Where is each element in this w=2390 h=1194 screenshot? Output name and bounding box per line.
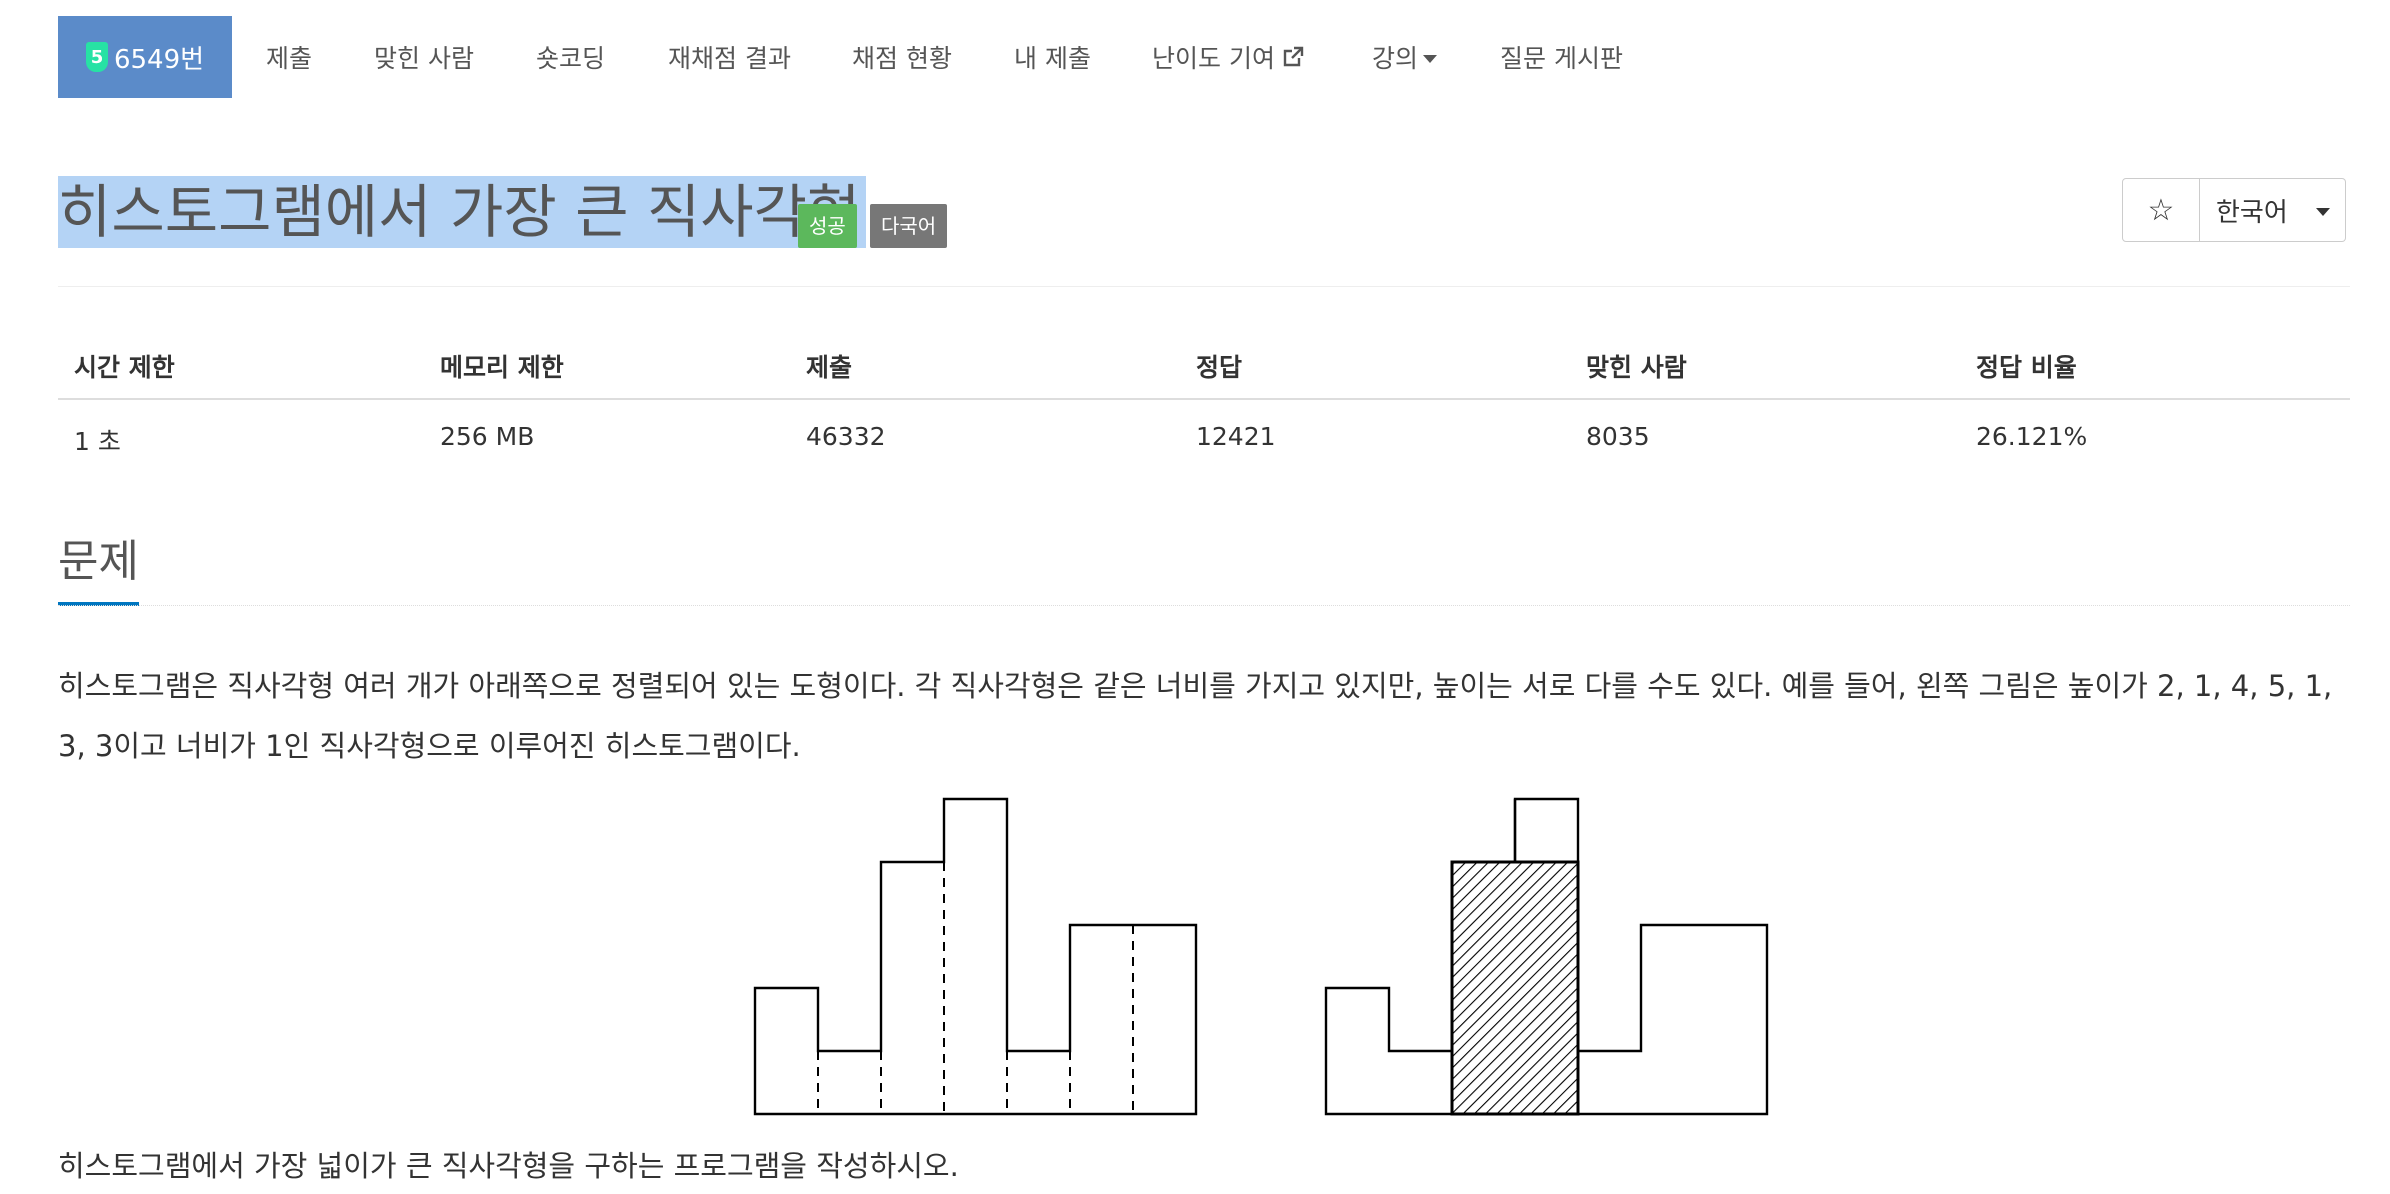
chevron-down-icon [1423,55,1438,63]
largest-rectangle-hatch [1452,862,1578,1114]
section-title: 문제 [58,530,139,606]
problem-info-table: 시간 제한 메모리 제한 제출 정답 맞힌 사람 정답 비율 1 초 256 M… [58,330,2350,472]
section-divider [58,605,2350,606]
nav-question-board[interactable]: 질문 게시판 [1500,16,1623,98]
header-submissions: 제출 [806,353,853,382]
value-solved-users: 8035 [1586,422,1650,451]
table-header-row: 시간 제한 메모리 제한 제출 정답 맞힌 사람 정답 비율 [58,330,2350,400]
header-solved-users: 맞힌 사람 [1586,353,1687,382]
problem-description: 히스토그램은 직사각형 여러 개가 아래쪽으로 정렬되어 있는 도형이다. 각 … [58,669,2333,763]
language-select[interactable]: 한국어 [2200,178,2346,242]
nav-lectures-dropdown[interactable]: 강의 [1372,16,1438,98]
language-select-value: 한국어 [2216,197,2288,228]
nav-difficulty-contribution[interactable]: 난이도 기여 [1152,16,1305,98]
value-time-limit: 1 초 [74,427,121,456]
histogram-left-outline [753,797,1198,1116]
nav-status[interactable]: 채점 현황 [852,16,952,98]
header-accepted: 정답 [1196,353,1243,382]
value-accept-ratio: 26.121% [1976,422,2088,451]
nav-short-coding[interactable]: 숏코딩 [536,16,605,98]
header-time-limit: 시간 제한 [74,353,175,382]
star-button[interactable]: ☆ [2122,178,2200,242]
table-row: 1 초 256 MB 46332 12421 8035 26.121% [58,400,2350,472]
problem-task: 히스토그램에서 가장 넓이가 큰 직사각형을 구하는 프로그램을 작성하시오. [58,1149,959,1183]
language-badge: 다국어 [870,204,948,248]
nav-rejudge-result[interactable]: 재채점 결과 [668,16,791,98]
nav-difficulty-label: 난이도 기여 [1152,44,1275,73]
status-badge: 성공 [798,204,857,248]
value-submissions: 46332 [806,422,886,451]
problem-nav: 5 6549번 제출 맞힌 사람 숏코딩 재채점 결과 채점 현황 내 제출 난… [58,16,2350,98]
nav-lectures-label: 강의 [1372,44,1419,73]
external-link-icon [1283,46,1304,67]
value-memory-limit: 256 MB [440,422,535,451]
chevron-down-icon [2315,208,2330,216]
title-actions: ☆ 한국어 [2122,178,2346,242]
value-accepted: 12421 [1196,422,1276,451]
problem-number-label: 6549번 [113,44,205,75]
header-accept-ratio: 정답 비율 [1976,353,2077,382]
histogram-figure [753,797,1769,1116]
header-memory-limit: 메모리 제한 [440,353,564,382]
page-title: 히스토그램에서 가장 큰 직사각형 [58,176,867,248]
nav-submit[interactable]: 제출 [266,16,312,98]
title-divider [58,286,2350,287]
nav-my-submissions[interactable]: 내 제출 [1014,16,1091,98]
star-icon: ☆ [2147,192,2175,228]
tier-icon: 5 [85,42,108,72]
nav-solved-users[interactable]: 맞힌 사람 [374,16,474,98]
nav-problem-number[interactable]: 5 6549번 [58,16,232,98]
title-row: 히스토그램에서 가장 큰 직사각형 성공 다국어 ☆ 한국어 [58,172,2350,252]
